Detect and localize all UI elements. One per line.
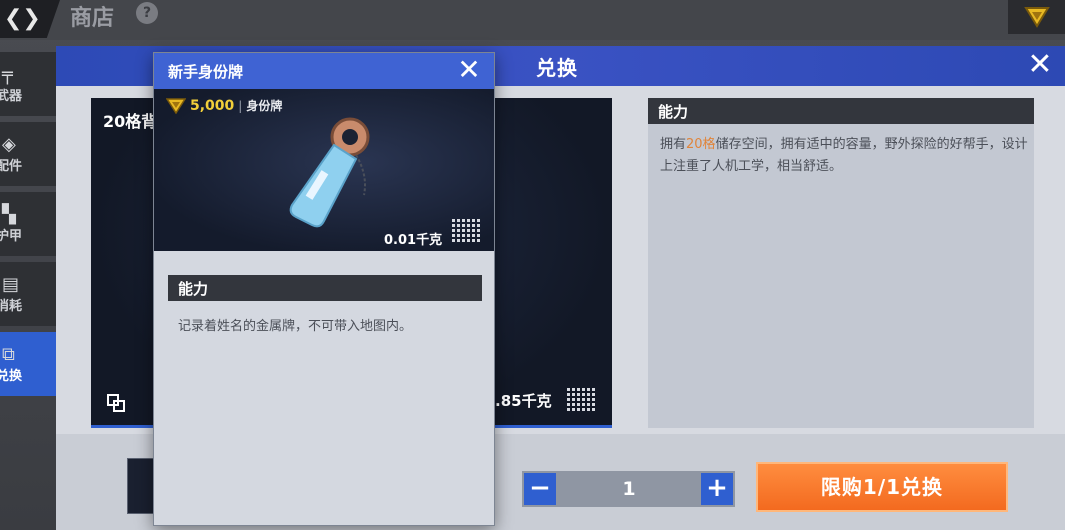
minus-button[interactable]: −	[524, 473, 556, 505]
sidebar-item-label: 武器	[0, 89, 23, 104]
ability-header: 能力	[648, 98, 1034, 124]
description-panel: 能力 拥有20格储存空间，拥有适中的容量，野外探险的好帮手，设计上注重了人机工学…	[648, 98, 1034, 428]
shop-sidebar: ╤ 武器 ◈ 配件 ▚ 护甲 ▤ 消耗 ⧉ 兑换	[0, 48, 56, 530]
popup-ability-label: 能力	[178, 280, 209, 298]
popup-title: 新手身份牌	[168, 63, 244, 81]
sidebar-item-armor[interactable]: ▚ 护甲	[0, 192, 56, 256]
grid-size-icon	[452, 219, 480, 242]
grid-size-icon	[567, 388, 595, 411]
popup-weight: 0.01千克	[384, 233, 443, 248]
exchange-dialog-title: 兑换	[536, 56, 578, 80]
sidebar-item-exchange[interactable]: ⧉ 兑换	[0, 332, 56, 396]
popup-price: 5,000 | 身份牌	[166, 97, 282, 114]
popup-item-image: 5,000 | 身份牌 0.01千克	[154, 89, 494, 251]
help-icon[interactable]: ?	[136, 2, 158, 24]
compare-icon[interactable]	[107, 394, 125, 412]
description-highlight: 20格	[686, 137, 716, 152]
close-icon[interactable]: ✕	[454, 56, 484, 86]
sidebar-item-label: 兑换	[0, 369, 23, 384]
description-prefix: 拥有	[660, 137, 687, 152]
item-weight: .85千克	[495, 392, 552, 410]
sidebar-item-label: 配件	[0, 159, 23, 174]
quantity-stepper: − 1 +	[522, 471, 735, 507]
consumable-icon: ▤	[2, 274, 20, 295]
exchange-icon: ⧉	[2, 344, 15, 365]
plus-button[interactable]: +	[701, 473, 733, 505]
gun-icon: ╤	[2, 64, 13, 85]
shop-title: 商店	[70, 6, 115, 31]
dog-tag-icon	[289, 117, 370, 228]
popup-header: 新手身份牌 ✕	[154, 53, 494, 89]
sidebar-item-label: 护甲	[0, 229, 23, 244]
item-description: 拥有20格储存空间，拥有适中的容量，野外探险的好帮手，设计上注重了人机工学，相当…	[660, 134, 1032, 178]
back-icon: ❮❯	[4, 6, 41, 31]
item-name: 20格背	[103, 112, 158, 131]
popup-description: 记录着姓名的金属牌，不可带入地图内。	[178, 319, 413, 334]
currency-icon	[1023, 7, 1050, 28]
armor-icon: ▚	[2, 204, 16, 225]
description-suffix: 储存空间，拥有适中的容量，野外探险的好帮手，设计上注重了人机工学，相当舒适。	[660, 137, 1028, 174]
attachment-icon: ◈	[2, 134, 16, 155]
currency-icon	[166, 97, 186, 114]
exchange-buy-button[interactable]: 限购1/1兑换	[756, 462, 1008, 512]
sidebar-item-consumables[interactable]: ▤ 消耗	[0, 262, 56, 326]
popup-price-value: 5,000	[190, 97, 235, 114]
item-info-popup: 新手身份牌 ✕ 5,000 | 身份牌 0.01千克 能力 记录着姓名的金属牌，…	[153, 52, 495, 526]
popup-price-separator: |	[238, 98, 243, 113]
popup-price-unit: 身份牌	[246, 99, 283, 113]
popup-ability-header: 能力	[168, 275, 482, 301]
currency-button[interactable]	[1008, 0, 1065, 34]
sidebar-item-weapons[interactable]: ╤ 武器	[0, 52, 56, 116]
sidebar-item-attachments[interactable]: ◈ 配件	[0, 122, 56, 186]
ability-header-label: 能力	[658, 103, 689, 121]
close-icon[interactable]: ✕	[1024, 50, 1056, 82]
shop-topbar	[0, 0, 1065, 40]
quantity-value[interactable]: 1	[558, 471, 700, 507]
sidebar-item-label: 消耗	[0, 299, 23, 314]
